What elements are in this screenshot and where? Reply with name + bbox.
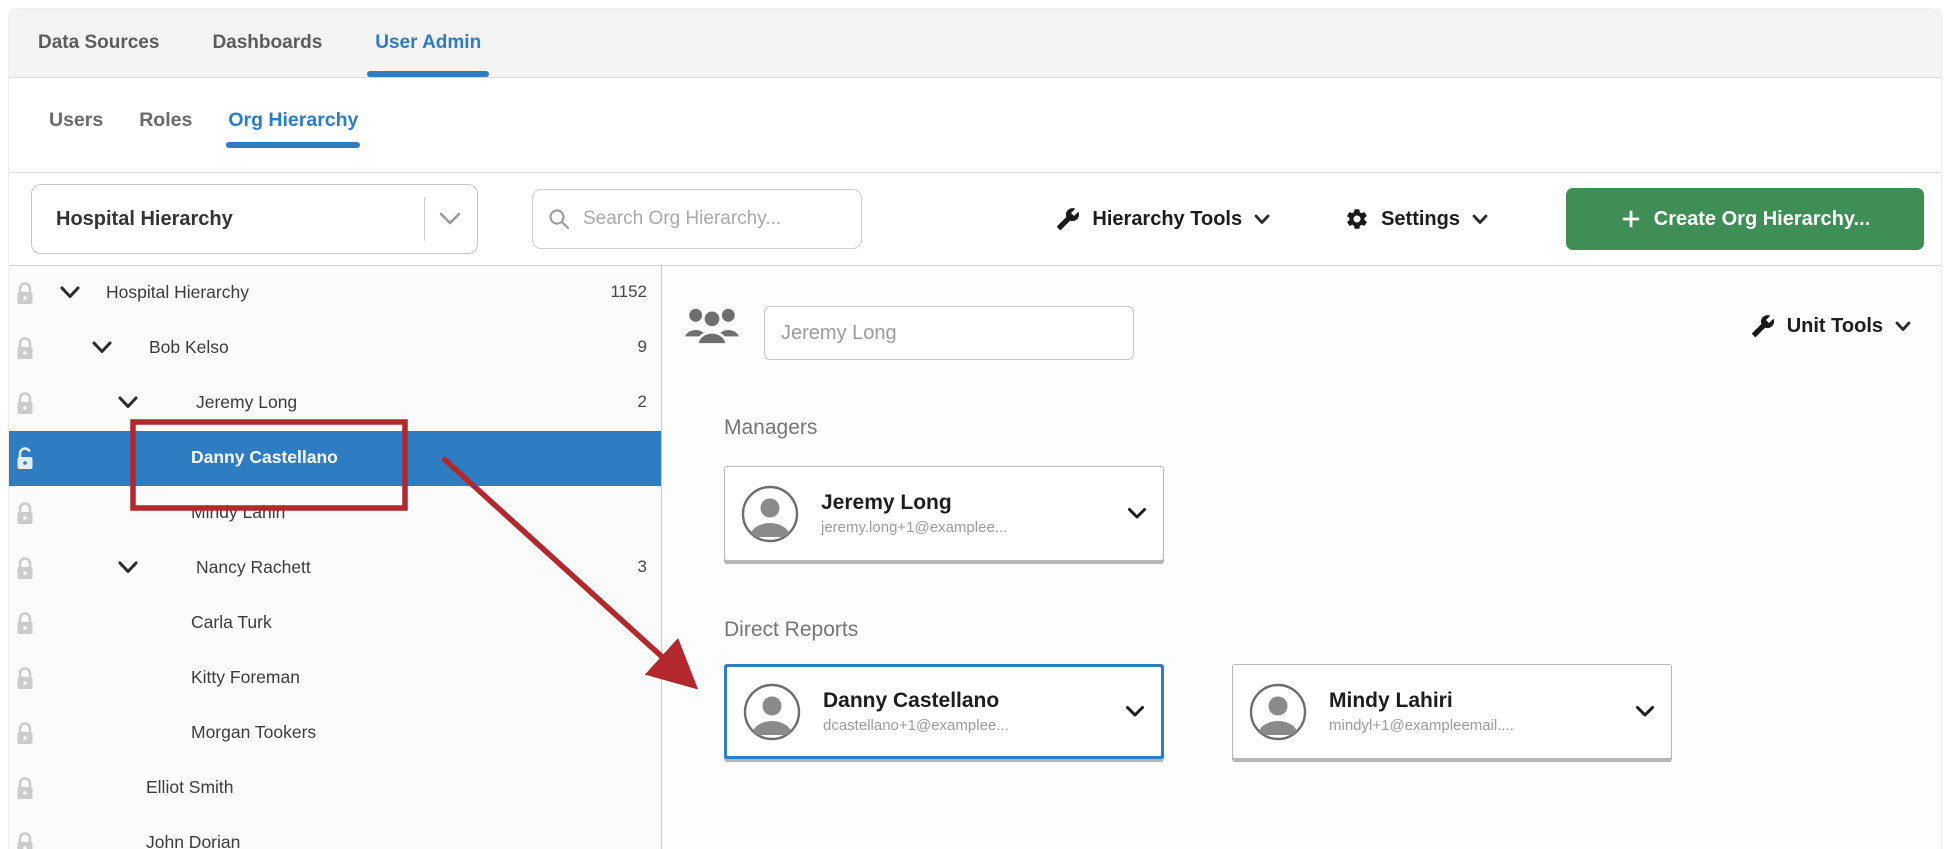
- tree-row-label: Mindy Lahiri: [191, 502, 285, 523]
- settings-button[interactable]: Settings: [1345, 207, 1488, 231]
- wrench-icon: [1056, 207, 1080, 231]
- person-name: Jeremy Long: [821, 491, 1007, 515]
- lock-icon: [13, 280, 37, 308]
- subtab-org-hierarchy[interactable]: Org Hierarchy: [226, 103, 360, 148]
- lock-icon: [13, 335, 37, 363]
- tree-row-label: Elliot Smith: [146, 777, 234, 798]
- lock-open-icon: [13, 445, 37, 473]
- unit-name-input[interactable]: [764, 306, 1134, 360]
- tree-row-label: Carla Turk: [191, 612, 272, 633]
- person-email: mindyl+1@exampleemail....: [1329, 717, 1514, 734]
- tree-row-label: Morgan Tookers: [191, 722, 316, 743]
- person-name: Danny Castellano: [823, 689, 1009, 713]
- tree-row-mindy-lahiri[interactable]: Mindy Lahiri: [9, 486, 661, 541]
- person-email: jeremy.long+1@examplee...: [821, 519, 1007, 536]
- unit-tools-button[interactable]: Unit Tools: [1751, 314, 1911, 338]
- create-org-hierarchy-button[interactable]: Create Org Hierarchy...: [1566, 188, 1924, 250]
- tree-row-label: John Dorian: [146, 832, 240, 849]
- content-area: Hospital Hierarchy 1152 Bob Kelso 9 Jeremy L…: [9, 266, 1941, 849]
- search-icon: [547, 207, 571, 231]
- toolbar-actions: Hierarchy Tools Settings Create Org Hier: [981, 188, 1924, 250]
- plus-icon: [1620, 208, 1642, 230]
- search-input[interactable]: [581, 207, 847, 231]
- lock-icon: [13, 555, 37, 583]
- chevron-down-icon[interactable]: [1635, 705, 1655, 718]
- lock-icon: [13, 720, 37, 748]
- person-card-danny-castellano[interactable]: Danny Castellano dcastellano+1@examplee..…: [724, 664, 1164, 759]
- org-hierarchy-toolbar: Hospital Hierarchy Hierarchy Tools: [9, 173, 1941, 266]
- lock-icon: [13, 390, 37, 418]
- tree-row-label: Hospital Hierarchy: [106, 282, 249, 303]
- lock-icon: [13, 775, 37, 803]
- sub-navigation: Users Roles Org Hierarchy: [9, 78, 1941, 173]
- tree-row-label: Bob Kelso: [149, 337, 229, 358]
- lock-icon: [13, 830, 37, 849]
- chevron-down-icon[interactable]: [439, 212, 461, 226]
- tab-user-admin[interactable]: User Admin: [371, 9, 485, 77]
- tree-row-label: Jeremy Long: [196, 392, 297, 413]
- managers-row: Jeremy Long jeremy.long+1@examplee...: [724, 466, 1164, 561]
- top-navigation: Data Sources Dashboards User Admin: [9, 9, 1941, 78]
- chevron-down-icon[interactable]: [117, 560, 139, 580]
- tree-row-danny-castellano[interactable]: Danny Castellano: [9, 431, 661, 486]
- tree-row-kitty-foreman[interactable]: Kitty Foreman: [9, 651, 661, 706]
- tree-row-nancy-rachett[interactable]: Nancy Rachett 3: [9, 541, 661, 596]
- avatar: [741, 485, 799, 543]
- hierarchy-tools-button[interactable]: Hierarchy Tools: [1056, 207, 1270, 231]
- gear-icon: [1345, 207, 1369, 231]
- tree-row-count: 1152: [610, 282, 647, 302]
- chevron-down-icon[interactable]: [1125, 705, 1145, 718]
- avatar: [1249, 683, 1307, 741]
- tree-row-carla-turk[interactable]: Carla Turk: [9, 596, 661, 651]
- unit-tools-label: Unit Tools: [1787, 315, 1883, 338]
- org-tree-panel: Hospital Hierarchy 1152 Bob Kelso 9 Jeremy L…: [9, 266, 662, 849]
- chevron-down-icon[interactable]: [1127, 507, 1147, 520]
- create-button-label: Create Org Hierarchy...: [1654, 208, 1870, 231]
- search-box[interactable]: [532, 189, 862, 249]
- lock-icon: [13, 665, 37, 693]
- wrench-icon: [1751, 314, 1775, 338]
- hierarchy-select[interactable]: Hospital Hierarchy: [31, 184, 478, 254]
- tree-row-bob-kelso[interactable]: Bob Kelso 9: [9, 321, 661, 376]
- hierarchy-tools-label: Hierarchy Tools: [1092, 208, 1242, 231]
- tree-row-jeremy-long[interactable]: Jeremy Long 2: [9, 376, 661, 431]
- tree-row-john-dorian[interactable]: John Dorian: [9, 816, 661, 849]
- tree-row-count: 9: [638, 337, 647, 357]
- person-card-jeremy-long[interactable]: Jeremy Long jeremy.long+1@examplee...: [724, 466, 1164, 561]
- lock-icon: [13, 500, 37, 528]
- tree-row-label: Kitty Foreman: [191, 667, 300, 688]
- tree-row-elliot-smith[interactable]: Elliot Smith: [9, 761, 661, 816]
- subtab-users[interactable]: Users: [47, 103, 105, 148]
- tab-dashboards[interactable]: Dashboards: [208, 9, 326, 77]
- chevron-down-icon: [1895, 321, 1911, 332]
- group-icon: [684, 302, 740, 357]
- direct-reports-row: Danny Castellano dcastellano+1@examplee..…: [724, 664, 1672, 759]
- tab-data-sources[interactable]: Data Sources: [34, 9, 163, 77]
- chevron-down-icon[interactable]: [59, 285, 81, 305]
- tree-row-hospital-hierarchy[interactable]: Hospital Hierarchy 1152: [9, 266, 661, 321]
- app-window: Data Sources Dashboards User Admin Users Ro…: [8, 8, 1942, 849]
- subtab-roles[interactable]: Roles: [137, 103, 194, 148]
- chevron-down-icon: [1254, 214, 1270, 225]
- person-email: dcastellano+1@examplee...: [823, 717, 1009, 734]
- person-name: Mindy Lahiri: [1329, 689, 1514, 713]
- chevron-down-icon[interactable]: [117, 395, 139, 415]
- tree-row-label: Nancy Rachett: [196, 557, 311, 578]
- select-divider: [424, 197, 425, 241]
- direct-reports-section-label: Direct Reports: [724, 618, 858, 642]
- chevron-down-icon[interactable]: [91, 340, 113, 360]
- lock-icon: [13, 610, 37, 638]
- tree-row-morgan-tookers[interactable]: Morgan Tookers: [9, 706, 661, 761]
- managers-section-label: Managers: [724, 416, 817, 440]
- tree-row-label: Danny Castellano: [191, 447, 338, 468]
- avatar: [743, 683, 801, 741]
- settings-label: Settings: [1381, 208, 1460, 231]
- person-card-mindy-lahiri[interactable]: Mindy Lahiri mindyl+1@exampleemail....: [1232, 664, 1672, 759]
- unit-detail-panel: Unit Tools Managers Jeremy Long jeremy.lo…: [662, 266, 1941, 849]
- chevron-down-icon: [1472, 214, 1488, 225]
- tree-row-count: 3: [638, 557, 647, 577]
- tree-row-count: 2: [638, 392, 647, 412]
- hierarchy-select-value: Hospital Hierarchy: [56, 208, 424, 231]
